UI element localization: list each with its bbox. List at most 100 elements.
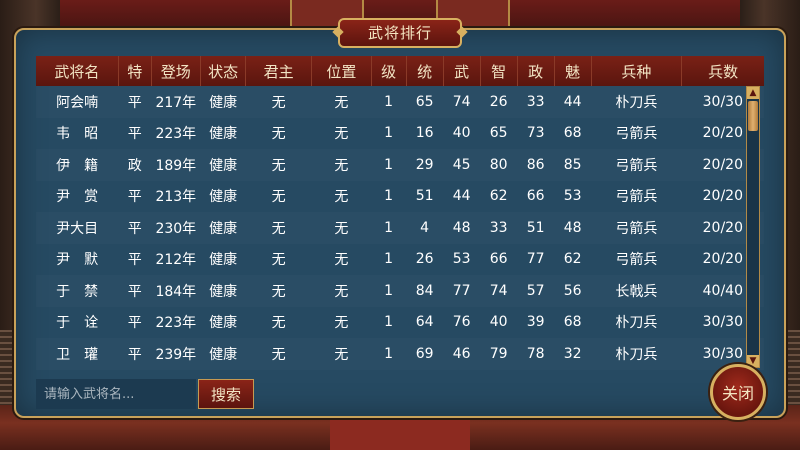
table-cell: 65 [415,93,434,110]
table-cell: 56 [563,282,582,299]
table-cell: 40 [489,314,508,331]
scroll-up-icon[interactable]: ▲ [747,87,759,99]
search-button[interactable]: 搜索 [198,379,254,409]
column-header[interactable]: 智 [480,56,518,86]
table-cell: 卫 瓘 [56,346,99,363]
table-cell: 1 [384,188,394,205]
table-cell: 16 [415,125,434,142]
table-cell: 1 [384,251,394,268]
table-cell: 无 [334,157,349,174]
table-cell: 无 [334,346,349,363]
table-cell: 无 [271,315,286,332]
table-cell: 平 [127,283,142,300]
column-header[interactable]: 君主 [245,56,313,86]
table-cell: 51 [526,219,545,236]
table-cell: 伊 籍 [56,157,99,174]
table-row[interactable]: 卫 瓘平 239年 健康无无 1 69 46 79 78 32 朴刀兵 30/30 [36,338,764,370]
table-cell: 79 [489,345,508,362]
table-scrollbar[interactable]: ▲ ▼ [746,86,760,368]
table-cell: 64 [415,314,434,331]
table-cell: 223年 [155,126,197,143]
table-cell: 29 [415,156,434,173]
column-header[interactable]: 武 [443,56,481,86]
table-cell: 74 [452,93,471,110]
table-cell: 健康 [209,346,238,363]
table-cell: 健康 [209,157,238,174]
column-header[interactable]: 统 [406,56,444,86]
column-header[interactable]: 登场 [151,56,201,86]
table-cell: 223年 [155,315,197,332]
table-cell: 44 [452,188,471,205]
table-row[interactable]: 阿会喃平 217年 健康无无 1 65 74 26 33 44 朴刀兵 30/30 [36,86,764,118]
table-cell: 40 [452,125,471,142]
general-ranking-table: 武将名特登场 状态 君主 位置级统武智政魅兵种 兵数 阿会喃平 217年 健康无无 1 65 74… [36,56,764,370]
table-cell: 无 [271,283,286,300]
table-cell: 1 [384,219,394,236]
table-cell: 无 [271,252,286,269]
table-cell: 45 [452,156,471,173]
table-row[interactable]: 韦 昭平 223年 健康无无 1 16 40 65 73 68 弓箭兵 20/20 [36,118,764,150]
column-header[interactable]: 兵数 [682,56,764,86]
column-header[interactable]: 级 [371,56,407,86]
table-cell: 46 [452,345,471,362]
table-cell: 平 [127,189,142,206]
table-row[interactable]: 尹 赏平 213年 健康无无 1 51 44 62 66 53 弓箭兵 20/20 [36,181,764,213]
table-cell: 78 [526,345,545,362]
search-input[interactable] [36,379,196,409]
scroll-thumb[interactable] [748,101,758,131]
table-cell: 平 [127,346,142,363]
table-cell: 77 [526,251,545,268]
column-header[interactable]: 政 [517,56,555,86]
table-cell: 于 禁 [56,283,99,300]
column-header[interactable]: 武将名 [36,56,119,86]
table-cell: 48 [563,219,582,236]
column-header[interactable]: 特 [118,56,152,86]
column-header[interactable]: 位置 [311,56,372,86]
table-row[interactable]: 伊 籍政 189年 健康无无 1 29 45 80 86 85 弓箭兵 20/20 [36,149,764,181]
table-cell: 213年 [155,189,197,206]
close-button[interactable]: 关闭 [710,364,766,420]
column-header[interactable]: 魅 [554,56,592,86]
column-header[interactable]: 状态 [200,56,247,86]
table-row[interactable]: 尹大目平 230年 健康无无 1 4 48 33 51 48 弓箭兵 20/20 [36,212,764,244]
table-cell: 尹大目 [56,220,99,237]
table-cell: 53 [563,188,582,205]
table-cell: 朴刀兵 [615,346,658,363]
table-cell: 239年 [155,346,197,363]
table-cell: 1 [384,125,394,142]
table-cell: 230年 [155,220,197,237]
table-cell: 平 [127,252,142,269]
table-cell: 53 [452,251,471,268]
table-row[interactable]: 尹 默平 212年 健康无无 1 26 53 66 77 62 弓箭兵 20/20 [36,244,764,276]
table-cell: 62 [489,188,508,205]
table-cell: 66 [489,251,508,268]
table-cell: 朴刀兵 [615,94,658,111]
table-cell: 32 [563,345,582,362]
table-cell: 68 [563,314,582,331]
table-row[interactable]: 于 禁平 184年 健康无无 1 84 77 74 57 56 长戟兵 40/40 [36,275,764,307]
table-cell: 65 [489,125,508,142]
table-row[interactable]: 于 诠平 223年 健康无无 1 64 76 40 39 68 朴刀兵 30/30 [36,307,764,339]
table-cell: 86 [526,156,545,173]
table-cell: 尹 赏 [56,189,99,206]
table-cell: 33 [526,93,545,110]
table-cell: 弓箭兵 [615,126,658,143]
table-cell: 80 [489,156,508,173]
table-cell: 长戟兵 [615,283,658,300]
table-cell: 平 [127,94,142,111]
table-cell: 朴刀兵 [615,315,658,332]
table-cell: 无 [271,220,286,237]
table-cell: 77 [452,282,471,299]
table-cell: 韦 昭 [56,126,99,143]
table-cell: 弓箭兵 [615,157,658,174]
column-header[interactable]: 兵种 [591,56,683,86]
table-cell: 尹 默 [56,252,99,269]
table-cell: 无 [271,157,286,174]
table-cell: 212年 [155,252,197,269]
table-cell: 26 [489,93,508,110]
table-cell: 于 诠 [56,315,99,332]
table-cell: 1 [384,93,394,110]
table-cell: 26 [415,251,434,268]
table-cell: 51 [415,188,434,205]
table-header-row: 武将名特登场 状态 君主 位置级统武智政魅兵种 兵数 [36,56,764,86]
